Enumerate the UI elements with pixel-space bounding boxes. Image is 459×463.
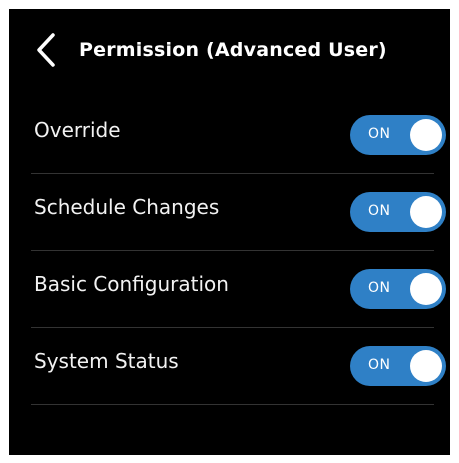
toggle-knob bbox=[410, 196, 442, 228]
permission-row-override: Override ON bbox=[31, 97, 446, 174]
permission-label: Basic Configuration bbox=[34, 272, 229, 296]
toggle-state-text: ON bbox=[368, 203, 391, 219]
permission-row-basic-configuration: Basic Configuration ON bbox=[31, 251, 446, 328]
permission-label: System Status bbox=[34, 349, 179, 373]
toggle-knob bbox=[410, 119, 442, 151]
toggle-knob bbox=[410, 273, 442, 305]
toggle-state-text: ON bbox=[368, 126, 391, 142]
permission-list: Override ON Schedule Changes ON Basic Co… bbox=[31, 97, 446, 405]
permission-row-system-status: System Status ON bbox=[31, 328, 446, 405]
permission-label: Override bbox=[34, 118, 121, 142]
system-status-toggle[interactable]: ON bbox=[350, 346, 446, 386]
permission-row-schedule-changes: Schedule Changes ON bbox=[31, 174, 446, 251]
override-toggle[interactable]: ON bbox=[350, 115, 446, 155]
permission-screen: Permission (Advanced User) Override ON S… bbox=[9, 9, 450, 455]
basic-configuration-toggle[interactable]: ON bbox=[350, 269, 446, 309]
schedule-changes-toggle[interactable]: ON bbox=[350, 192, 446, 232]
toggle-knob bbox=[410, 350, 442, 382]
chevron-left-icon bbox=[37, 33, 55, 67]
header: Permission (Advanced User) bbox=[9, 27, 450, 81]
toggle-state-text: ON bbox=[368, 280, 391, 296]
back-button[interactable] bbox=[31, 31, 61, 69]
toggle-state-text: ON bbox=[368, 357, 391, 373]
page-title: Permission (Advanced User) bbox=[79, 39, 387, 61]
permission-label: Schedule Changes bbox=[34, 195, 220, 219]
